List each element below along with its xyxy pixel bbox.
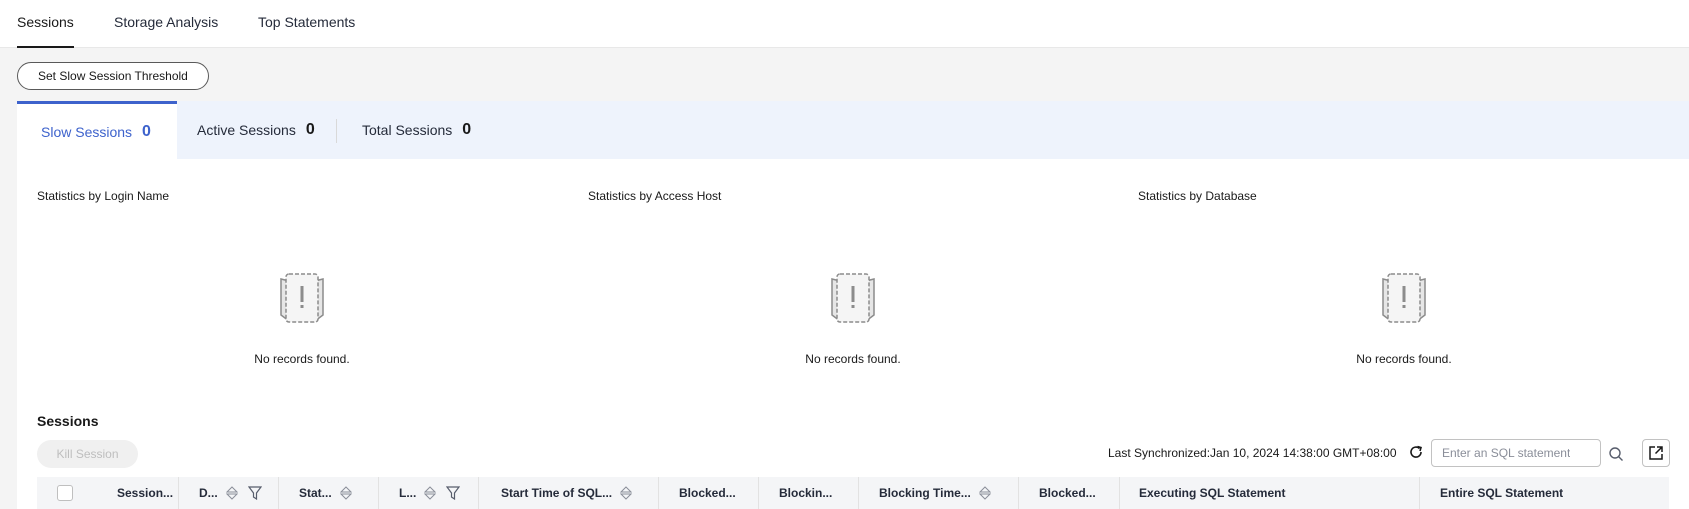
export-button[interactable] bbox=[1642, 439, 1670, 467]
column-header-blocked-2[interactable]: Blocked... bbox=[1018, 477, 1119, 509]
column-label: Blocking Time... bbox=[879, 486, 971, 500]
column-header-database[interactable]: D... bbox=[178, 477, 278, 509]
sort-icon[interactable] bbox=[424, 486, 437, 500]
column-header-blocked[interactable]: Blocked... bbox=[658, 477, 758, 509]
tab-label: Active Sessions bbox=[197, 122, 296, 138]
column-label: L... bbox=[399, 486, 417, 500]
column-label: Blocked... bbox=[1039, 486, 1096, 500]
tab-count: 0 bbox=[305, 121, 315, 138]
kill-session-button[interactable]: Kill Session bbox=[37, 440, 138, 468]
column-label: Blocked... bbox=[679, 486, 736, 500]
sort-icon[interactable] bbox=[339, 486, 352, 500]
stat-title-database: Statistics by Database bbox=[1138, 189, 1257, 203]
filter-icon[interactable] bbox=[446, 486, 461, 500]
filter-icon[interactable] bbox=[247, 486, 262, 500]
tab-label: Slow Sessions bbox=[41, 123, 133, 140]
column-header-blocking-time[interactable]: Blocking Time... bbox=[858, 477, 1018, 509]
sql-search-input[interactable] bbox=[1431, 439, 1601, 467]
set-slow-session-threshold-button[interactable]: Set Slow Session Threshold bbox=[17, 62, 209, 90]
empty-state-text: No records found. bbox=[805, 352, 901, 366]
column-label: Stat... bbox=[299, 486, 332, 500]
stat-title-access-host: Statistics by Access Host bbox=[588, 189, 722, 203]
column-header-entire-sql[interactable]: Entire SQL Statement bbox=[1419, 477, 1669, 509]
tab-count: 0 bbox=[142, 122, 151, 140]
column-header-start-time[interactable]: Start Time of SQL... bbox=[478, 477, 658, 509]
empty-data-icon bbox=[1382, 273, 1426, 323]
session-type-tabs: Slow Sessions 0 Active Sessions 0 Total … bbox=[17, 101, 1689, 159]
empty-data-icon bbox=[831, 273, 875, 323]
column-label: Executing SQL Statement bbox=[1139, 486, 1286, 500]
column-header-blocking[interactable]: Blockin... bbox=[758, 477, 858, 509]
last-synchronized-text: Last Synchronized:Jan 10, 2024 14:38:00 … bbox=[1108, 446, 1397, 460]
column-header-status[interactable]: Stat... bbox=[278, 477, 378, 509]
column-header-executing-sql[interactable]: Executing SQL Statement bbox=[1119, 477, 1419, 509]
column-header-session[interactable]: Session... bbox=[117, 486, 173, 500]
column-header-login[interactable]: L... bbox=[378, 477, 478, 509]
search-icon[interactable] bbox=[1608, 446, 1624, 462]
select-all-column: Session... bbox=[37, 477, 178, 509]
column-label: D... bbox=[199, 486, 218, 500]
sort-icon[interactable] bbox=[978, 486, 991, 500]
tab-total-sessions[interactable]: Total Sessions 0 bbox=[362, 101, 492, 159]
tab-count: 0 bbox=[462, 121, 472, 138]
tab-divider bbox=[336, 119, 337, 143]
tab-active-sessions[interactable]: Active Sessions 0 bbox=[197, 101, 332, 159]
sort-icon[interactable] bbox=[620, 486, 633, 500]
export-icon bbox=[1649, 446, 1663, 460]
column-label: Entire SQL Statement bbox=[1440, 486, 1564, 500]
empty-data-icon bbox=[280, 273, 324, 323]
select-all-checkbox[interactable] bbox=[57, 485, 73, 501]
tab-storage-analysis[interactable]: Storage Analysis bbox=[114, 14, 218, 48]
column-label: Start Time of SQL... bbox=[501, 486, 613, 500]
sort-icon[interactable] bbox=[225, 486, 238, 500]
tab-label: Total Sessions bbox=[362, 122, 453, 138]
top-tab-bar: Sessions Storage Analysis Top Statements bbox=[0, 0, 1689, 48]
sessions-panel: Slow Sessions 0 Active Sessions 0 Total … bbox=[17, 101, 1689, 509]
refresh-icon[interactable] bbox=[1408, 444, 1424, 460]
stat-title-login-name: Statistics by Login Name bbox=[37, 189, 170, 203]
empty-state-text: No records found. bbox=[1356, 352, 1452, 366]
tab-slow-sessions[interactable]: Slow Sessions 0 bbox=[17, 101, 177, 159]
tab-top-statements[interactable]: Top Statements bbox=[258, 14, 355, 48]
sessions-table-header: Session... D... Stat... L... Start Time … bbox=[37, 477, 1669, 509]
empty-state-text: No records found. bbox=[254, 352, 350, 366]
tab-sessions[interactable]: Sessions bbox=[17, 14, 74, 48]
sessions-section-title: Sessions bbox=[37, 413, 99, 429]
column-label: Blockin... bbox=[779, 486, 833, 500]
